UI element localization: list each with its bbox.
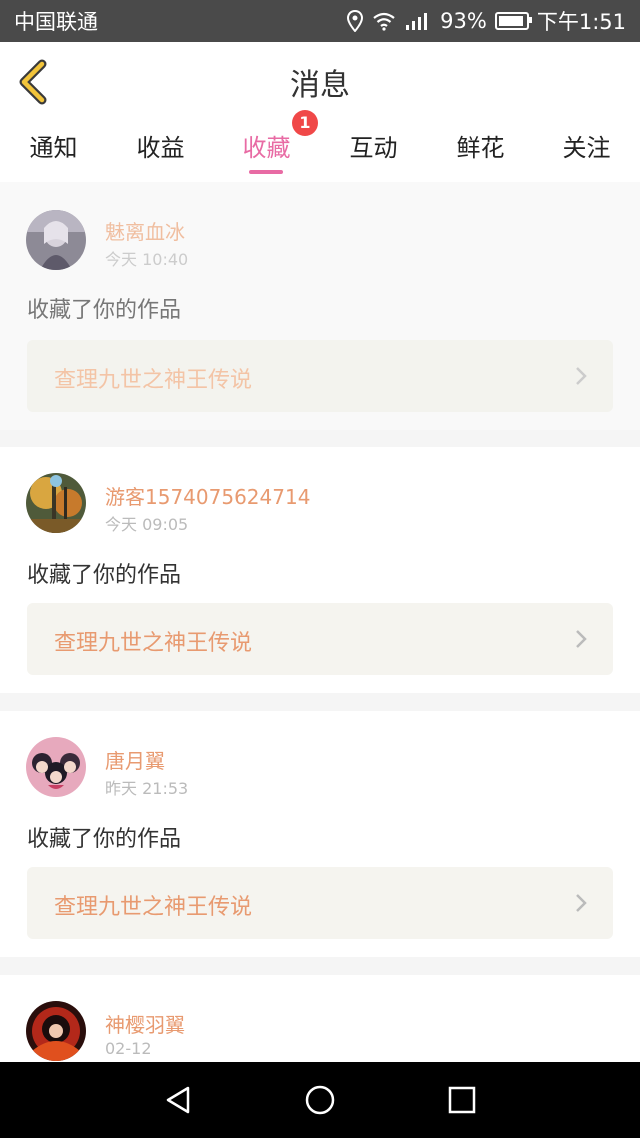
- avatar-image: [26, 1001, 86, 1061]
- back-button[interactable]: [14, 58, 54, 106]
- tab-label: 通知: [29, 134, 78, 162]
- message-time: 今天 10:40: [105, 250, 189, 269]
- action-text: 收藏了你的作品: [27, 563, 182, 588]
- status-bar: 中国联通 93% 下午1:51: [0, 0, 640, 42]
- username[interactable]: 魅离血冰: [105, 216, 185, 245]
- tab-label: 收藏: [242, 134, 291, 162]
- square-recent-icon: [448, 1086, 476, 1114]
- battery-level: [498, 16, 523, 26]
- username[interactable]: 神樱羽翼: [105, 1009, 185, 1038]
- page-header: 消息: [0, 42, 640, 123]
- tab-interactions[interactable]: 互动: [320, 122, 427, 182]
- tab-bar: 通知 收益 收藏 1 互动 鲜花 关注: [0, 110, 640, 182]
- tab-flowers[interactable]: 鲜花: [427, 122, 534, 182]
- nav-recent-button[interactable]: [442, 1080, 482, 1120]
- message-time: 今天 09:05: [105, 515, 189, 534]
- chevron-right-icon: [576, 367, 587, 385]
- wifi-icon: [373, 12, 395, 31]
- unread-badge: 1: [292, 110, 318, 136]
- work-title: 查理九世之神王传说: [54, 895, 253, 920]
- tab-earnings[interactable]: 收益: [107, 122, 214, 182]
- tab-follows[interactable]: 关注: [533, 122, 640, 182]
- work-link[interactable]: 查理九世之神王传说: [27, 867, 613, 939]
- action-text: 收藏了你的作品: [27, 827, 182, 852]
- tab-label: 互动: [349, 134, 398, 162]
- tab-active-indicator: [249, 170, 283, 174]
- system-nav-bar: [0, 1062, 640, 1138]
- avatar[interactable]: [26, 473, 86, 533]
- location-icon: [347, 10, 364, 32]
- tab-notifications[interactable]: 通知: [0, 122, 107, 182]
- avatar-image: [26, 210, 86, 270]
- triangle-back-icon: [166, 1086, 190, 1114]
- chevron-left-icon: [19, 59, 47, 105]
- avatar-image: [26, 737, 86, 797]
- nav-back-button[interactable]: [158, 1080, 198, 1120]
- action-text: 收藏了你的作品: [27, 298, 182, 323]
- chevron-right-icon: [576, 630, 587, 648]
- signal-icon: [406, 13, 428, 30]
- carrier-label: 中国联通: [14, 10, 98, 34]
- work-title: 查理九世之神王传说: [54, 368, 253, 393]
- message-time: 02-12: [105, 1039, 152, 1058]
- tab-label: 收益: [136, 134, 185, 162]
- chevron-right-icon: [576, 894, 587, 912]
- avatar[interactable]: [26, 737, 86, 797]
- message-list[interactable]: 魅离血冰 今天 10:40 收藏了你的作品 查理九世之神王传说 游客157407…: [0, 182, 640, 1062]
- nav-home-button[interactable]: [300, 1080, 340, 1120]
- avatar[interactable]: [26, 210, 86, 270]
- message-card: 神樱羽翼 02-12: [0, 975, 640, 1062]
- circle-home-icon: [305, 1085, 335, 1115]
- battery-percent: 93%: [440, 9, 487, 33]
- battery-icon: [494, 12, 532, 30]
- message-time: 昨天 21:53: [105, 779, 189, 798]
- username[interactable]: 游客1574075624714: [105, 481, 310, 510]
- avatar-image: [26, 473, 86, 533]
- clock: 下午1:51: [536, 10, 626, 34]
- message-card: 魅离血冰 今天 10:40 收藏了你的作品 查理九世之神王传说: [0, 182, 640, 430]
- message-card: 唐月翼 昨天 21:53 收藏了你的作品 查理九世之神王传说: [0, 711, 640, 957]
- tab-label: 关注: [562, 134, 611, 162]
- avatar[interactable]: [26, 1001, 86, 1061]
- tab-label: 鲜花: [456, 134, 505, 162]
- work-link[interactable]: 查理九世之神王传说: [27, 340, 613, 412]
- status-indicators: 93% 下午1:51: [346, 6, 626, 36]
- work-title: 查理九世之神王传说: [54, 631, 253, 656]
- work-link[interactable]: 查理九世之神王传说: [27, 603, 613, 675]
- username[interactable]: 唐月翼: [105, 745, 165, 774]
- tab-favorites[interactable]: 收藏 1: [213, 110, 320, 182]
- message-card: 游客1574075624714 今天 09:05 收藏了你的作品 查理九世之神王…: [0, 447, 640, 693]
- page-title: 消息: [290, 68, 350, 103]
